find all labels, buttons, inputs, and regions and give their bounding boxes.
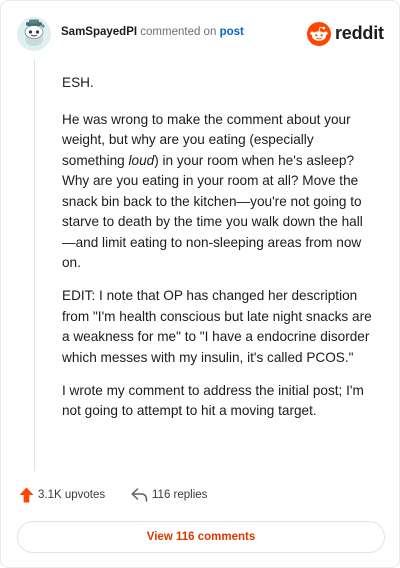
comment-actions: 3.1K upvotes 116 replies bbox=[19, 485, 383, 507]
comment-paragraph-2-end: ) in your room when he's asleep? Why are… bbox=[62, 152, 363, 271]
reddit-logo-icon bbox=[307, 22, 331, 46]
comment-paragraph-4: I wrote my comment to address the initia… bbox=[62, 382, 364, 419]
comment-card: SamSpayedPI commented on post reddit ESH… bbox=[0, 0, 400, 568]
thread-line bbox=[34, 59, 35, 471]
comment-paragraph-2: He was wrong to make the comment about y… bbox=[62, 110, 374, 274]
snoo-avatar-icon[interactable] bbox=[17, 17, 51, 51]
upvote-arrow-icon bbox=[19, 487, 34, 503]
reply-arrow-icon bbox=[131, 488, 148, 502]
comment-body: ESH. He was wrong to make the comment ab… bbox=[62, 73, 374, 434]
replies-count: 116 replies bbox=[152, 489, 208, 501]
reddit-brand[interactable]: reddit bbox=[307, 21, 384, 47]
comment-paragraph-2-emphasis: loud bbox=[128, 152, 155, 168]
reddit-wordmark: reddit bbox=[335, 23, 384, 43]
byline-action-text: commented on bbox=[140, 26, 217, 38]
username-link[interactable]: SamSpayedPI bbox=[61, 26, 137, 38]
comment-paragraph-1: ESH. bbox=[62, 75, 94, 90]
view-comments-button[interactable]: View 116 comments bbox=[17, 521, 385, 553]
upvote-count: 3.1K upvotes bbox=[38, 489, 106, 501]
comment-paragraph-3: EDIT: I note that OP has changed her des… bbox=[62, 288, 372, 365]
post-link[interactable]: post bbox=[220, 26, 244, 38]
comment-header: SamSpayedPI commented on post reddit bbox=[17, 15, 384, 55]
comment-byline: SamSpayedPI commented on post bbox=[61, 26, 244, 38]
